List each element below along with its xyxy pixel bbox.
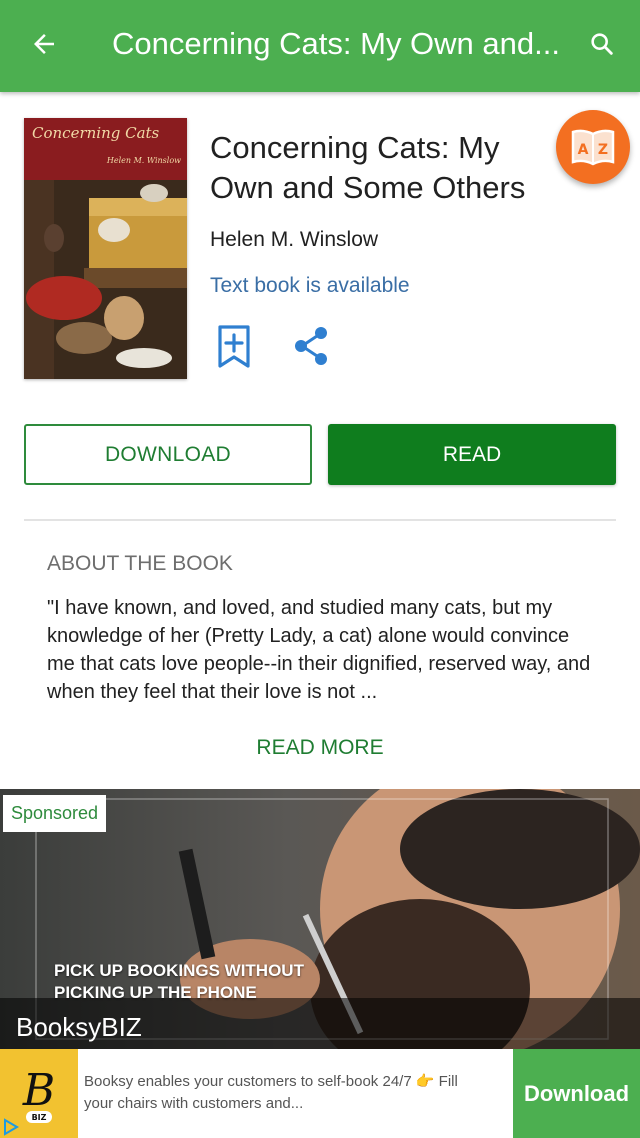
- read-more-link[interactable]: READ MORE: [200, 736, 440, 760]
- sponsored-label: Sponsored: [3, 795, 107, 832]
- share-button[interactable]: [290, 324, 334, 368]
- book-cover[interactable]: Concerning Cats Helen M. Winslow: [24, 118, 187, 379]
- cover-title: Concerning Cats: [32, 124, 160, 142]
- share-icon: [295, 327, 327, 365]
- az-letter-a: A: [578, 142, 589, 158]
- download-button[interactable]: DOWNLOAD: [24, 424, 312, 485]
- cover-author: Helen M. Winslow: [106, 156, 181, 165]
- availability-status: Text book is available: [210, 274, 410, 297]
- book-title: Concerning Cats: My Own and Some Others: [210, 130, 526, 205]
- read-button[interactable]: READ: [328, 424, 616, 485]
- az-dictionary-icon: A Z: [571, 129, 615, 166]
- app-bar: Concerning Cats: My Own and...: [0, 0, 640, 92]
- svg-text:B: B: [22, 1065, 55, 1116]
- back-button[interactable]: [22, 22, 66, 66]
- search-icon: [591, 33, 613, 55]
- about-description: "I have known, and loved, and studied ma…: [47, 597, 591, 703]
- app-bar-title: Concerning Cats: My Own and...: [112, 26, 560, 61]
- ad-logo-badge: BIZ: [32, 1113, 47, 1122]
- ad-brand-name: BooksyBIZ: [16, 1012, 142, 1042]
- arrow-left-icon: [34, 34, 54, 54]
- about-heading: ABOUT THE BOOK: [47, 552, 233, 575]
- ad-description: Booksy enables your customers to self-bo…: [84, 1073, 458, 1112]
- section-divider: [24, 519, 616, 521]
- bookmark-add-icon: [218, 325, 250, 368]
- search-button[interactable]: [580, 22, 624, 66]
- az-dictionary-button[interactable]: A Z: [556, 110, 630, 184]
- book-author: Helen M. Winslow: [210, 228, 379, 251]
- add-bookmark-button[interactable]: [214, 324, 254, 370]
- adchoices-icon[interactable]: [2, 1118, 20, 1136]
- ad-download-button[interactable]: Download: [513, 1049, 640, 1138]
- az-letter-z: Z: [598, 142, 608, 158]
